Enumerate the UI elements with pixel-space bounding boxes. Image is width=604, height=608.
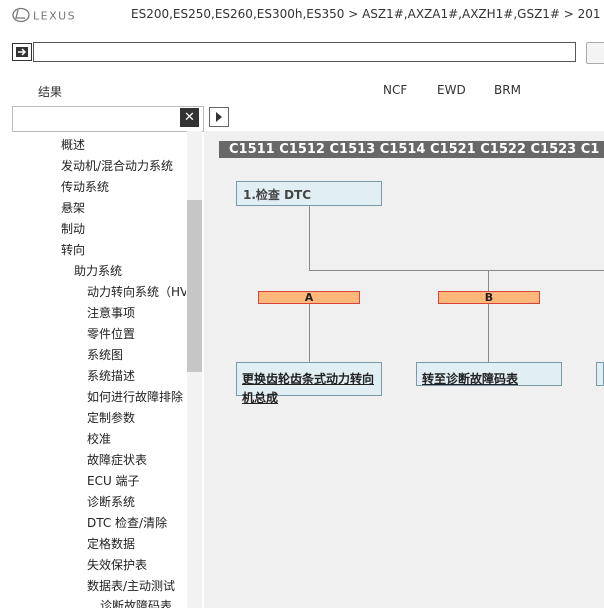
tree-item[interactable]: 系统图	[87, 346, 123, 363]
tree-item[interactable]: 系统描述	[87, 367, 135, 384]
tree-item[interactable]: 故障症状表	[87, 451, 147, 468]
tree-item[interactable]: 概述	[61, 136, 85, 153]
tab-results[interactable]: 结果	[38, 83, 62, 100]
connector-line	[488, 270, 489, 291]
tree-item[interactable]: 失效保护表	[87, 556, 147, 573]
tree-item[interactable]: DTC 检查/清除	[87, 514, 167, 531]
tree-item[interactable]: 转向	[61, 241, 85, 258]
svg-text:LEXUS: LEXUS	[33, 10, 76, 23]
result-box-b: 转至诊断故障码表	[416, 362, 562, 386]
tree-item[interactable]: 定制参数	[87, 409, 135, 426]
step-title-box: 1.检查 DTC	[236, 181, 382, 206]
tab-brm[interactable]: BRM	[494, 83, 521, 97]
arrow-right-icon	[16, 47, 28, 57]
tab-ewd[interactable]: EWD	[437, 83, 466, 97]
connector-line	[309, 304, 310, 362]
tree-item[interactable]: 数据表/主动测试	[87, 577, 175, 594]
tree-item[interactable]: 动力转向系统（HV	[87, 283, 186, 300]
play-icon	[216, 112, 222, 122]
breadcrumb: ES200,ES250,ES260,ES300h,ES350 > ASZ1#,A…	[131, 7, 601, 21]
tree-item[interactable]: 注意事项	[87, 304, 135, 321]
lexus-logo-icon: LEXUS	[12, 7, 76, 23]
expand-panel-button[interactable]	[209, 107, 229, 127]
tree-item[interactable]: 零件位置	[87, 325, 135, 342]
tree-item[interactable]: 校准	[87, 430, 111, 447]
tree-item[interactable]: 诊断系统	[87, 493, 135, 510]
toolbar-button[interactable]	[586, 42, 604, 64]
tree-item[interactable]: 助力系统	[74, 262, 122, 279]
tree-item[interactable]: 悬架	[61, 199, 85, 216]
tree-item[interactable]: 如何进行故障排除	[87, 388, 183, 405]
close-button[interactable]: ✕	[180, 108, 199, 127]
dtc-code-strip: C1511 C1512 C1513 C1514 C1521 C1522 C152…	[219, 141, 604, 158]
result-box-c	[596, 362, 604, 386]
navigation-tree: 概述 发动机/混合动力系统 传动系统 悬架 制动 转向 助力系统 动力转向系统（…	[12, 131, 186, 608]
result-box-a: 更换齿轮齿条式动力转向机总成	[236, 362, 382, 404]
tree-item[interactable]: ECU 端子	[87, 472, 140, 489]
tree-item[interactable]: 定格数据	[87, 535, 135, 552]
branch-b-label: B	[438, 291, 540, 304]
connector-line	[309, 206, 310, 271]
tab-ncf[interactable]: NCF	[383, 83, 407, 97]
search-input[interactable]	[33, 42, 576, 62]
tree-item[interactable]: 发动机/混合动力系统	[61, 157, 173, 174]
result-link-b[interactable]: 转至诊断故障码表	[422, 372, 518, 386]
tree-item[interactable]: 制动	[61, 220, 85, 237]
tree-item[interactable]: 诊断故障码表	[100, 597, 172, 608]
go-button[interactable]	[12, 43, 32, 61]
connector-line	[309, 270, 604, 271]
tree-scrollbar-thumb[interactable]	[187, 200, 202, 372]
connector-line	[488, 304, 489, 362]
tree-filter-bar	[12, 106, 204, 132]
tree-item[interactable]: 传动系统	[61, 178, 109, 195]
branch-a-label: A	[258, 291, 360, 304]
